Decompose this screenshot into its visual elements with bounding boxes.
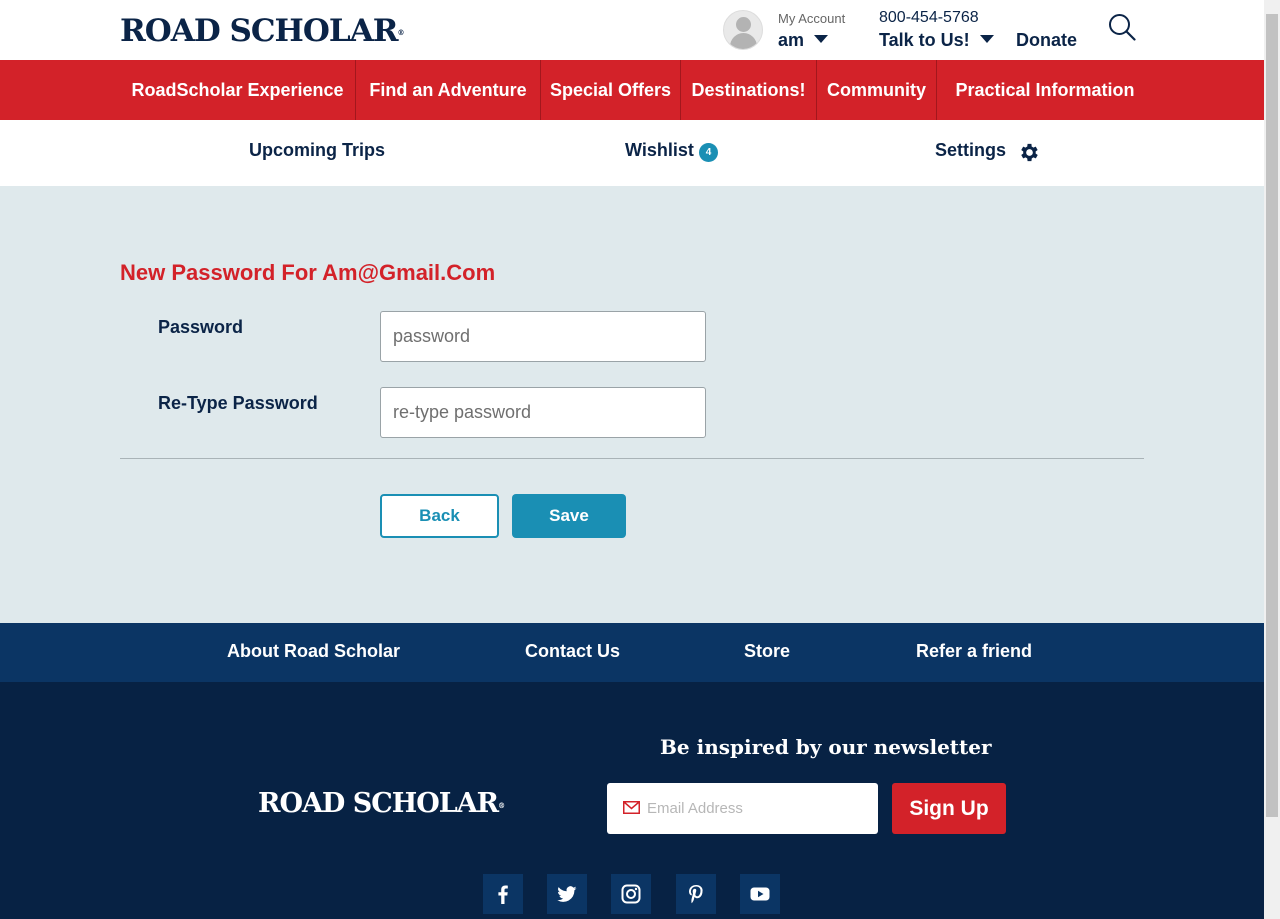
phone-number[interactable]: 800-454-5768: [879, 9, 979, 27]
footer-link-about[interactable]: About Road Scholar: [227, 641, 400, 662]
instagram-icon[interactable]: [611, 874, 651, 914]
talk-to-us-menu[interactable]: Talk to Us!: [879, 30, 994, 51]
newsletter-title: Be inspired by our newsletter: [660, 735, 992, 759]
donate-link[interactable]: Donate: [1016, 30, 1077, 51]
footer-link-store[interactable]: Store: [744, 641, 790, 662]
avatar-icon[interactable]: [723, 10, 763, 50]
youtube-icon[interactable]: [740, 874, 780, 914]
gear-icon[interactable]: [1018, 141, 1041, 164]
nav-item-roadscholar-experience[interactable]: RoadScholar Experience: [120, 60, 355, 120]
footer-logo[interactable]: ROAD SCHOLAR®: [258, 788, 505, 820]
wishlist-count-badge: 4: [699, 143, 718, 162]
mail-icon: [623, 801, 640, 814]
site-header: ROAD SCHOLAR® My Account am 800-454-5768…: [0, 0, 1264, 60]
chevron-down-icon: [979, 35, 994, 44]
retype-password-input[interactable]: [380, 387, 706, 438]
sign-up-button[interactable]: Sign Up: [892, 783, 1006, 834]
footer-link-contact[interactable]: Contact Us: [525, 641, 620, 662]
back-button[interactable]: Back: [380, 494, 499, 538]
password-input[interactable]: [380, 311, 706, 362]
nav-item-destinations[interactable]: Destinations!: [681, 60, 816, 120]
twitter-icon[interactable]: [547, 874, 587, 914]
nav-item-community[interactable]: Community: [817, 60, 936, 120]
facebook-icon[interactable]: [483, 874, 523, 914]
form-divider: [120, 458, 1144, 459]
road-scholar-logo[interactable]: ROAD SCHOLAR®: [120, 14, 404, 48]
account-user-menu[interactable]: am: [778, 30, 829, 51]
nav-item-practical-information[interactable]: Practical Information: [937, 60, 1153, 120]
footer-nav: About Road Scholar Contact Us Store Refe…: [0, 623, 1264, 682]
tab-settings[interactable]: Settings: [935, 140, 1006, 161]
my-account-label[interactable]: My Account: [778, 11, 845, 26]
pinterest-icon[interactable]: [676, 874, 716, 914]
search-icon[interactable]: [1108, 13, 1136, 41]
scrollbar-thumb[interactable]: [1266, 14, 1278, 817]
tab-upcoming-trips[interactable]: Upcoming Trips: [249, 140, 385, 161]
tab-wishlist[interactable]: Wishlist: [625, 140, 694, 161]
newsletter-email-field[interactable]: [607, 783, 878, 834]
main-nav: RoadScholar Experience Find an Adventure…: [0, 60, 1264, 120]
nav-item-find-an-adventure[interactable]: Find an Adventure: [356, 60, 540, 120]
password-label: Password: [158, 317, 244, 337]
account-subnav: Upcoming Trips Wishlist Settings: [0, 120, 1264, 186]
email-input[interactable]: [647, 783, 872, 834]
chevron-down-icon: [814, 35, 829, 44]
retype-password-label: Re-Type Password: [158, 393, 318, 413]
nav-item-special-offers[interactable]: Special Offers: [541, 60, 680, 120]
save-button[interactable]: Save: [512, 494, 626, 538]
page-title: New Password For Am@Gmail.Com: [120, 260, 496, 285]
footer-link-refer[interactable]: Refer a friend: [916, 641, 1032, 662]
